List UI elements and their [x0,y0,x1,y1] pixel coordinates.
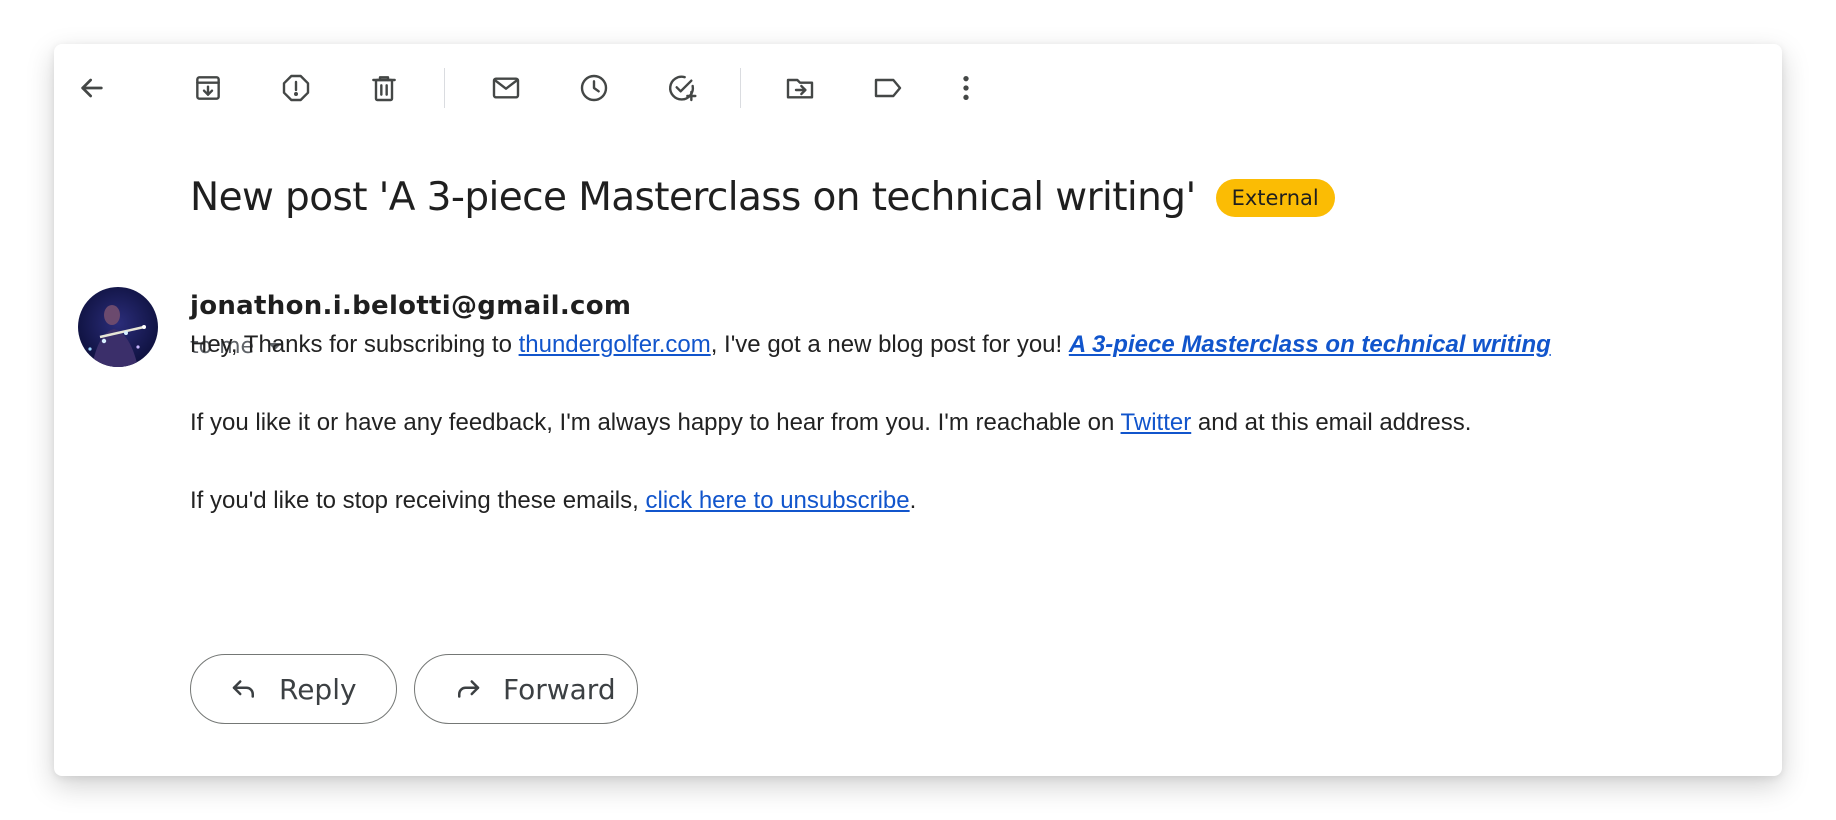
sender-avatar[interactable] [78,287,158,367]
post-link[interactable]: A 3-piece Masterclass on technical writi… [1069,331,1551,358]
back-button[interactable] [68,64,116,112]
forward-button[interactable]: Forward [414,654,638,724]
toolbar-divider [444,68,445,108]
unsubscribe-link[interactable]: click here to unsubscribe [645,487,909,514]
body-text: , I've got a new blog post for you! [710,331,1069,358]
reply-label: Reply [279,672,357,706]
twitter-link[interactable]: Twitter [1121,409,1192,436]
delete-button[interactable] [360,64,408,112]
body-text: If you'd like to stop receiving these em… [190,487,646,514]
mark-unread-icon [492,77,520,99]
archive-icon [196,76,220,100]
back-arrow-icon [81,78,103,98]
snooze-icon [580,74,608,102]
report-spam-icon [282,74,310,102]
body-paragraph-1: Hey, Thanks for subscribing to thundergo… [190,331,1551,359]
body-text: and at this email address. [1191,409,1472,436]
reply-icon [232,680,254,698]
archive-button[interactable] [184,64,232,112]
add-to-tasks-button[interactable] [658,64,706,112]
move-to-icon [786,78,814,99]
reply-button[interactable]: Reply [190,654,397,724]
more-options-button[interactable] [942,64,990,112]
mark-unread-button[interactable] [482,64,530,112]
external-badge[interactable]: External [1215,178,1335,217]
body-paragraph-2: If you like it or have any feedback, I'm… [190,409,1471,437]
label-icon [874,78,902,98]
forward-icon [458,680,480,698]
label-button[interactable] [864,64,912,112]
email-subject: New post 'A 3-piece Masterclass on techn… [190,175,1196,220]
body-text: If you like it or have any feedback, I'm… [190,409,1121,436]
forward-label: Forward [503,672,616,706]
report-spam-button[interactable] [272,64,320,112]
toolbar-divider [740,68,741,108]
email-view: New post 'A 3-piece Masterclass on techn… [54,44,1782,776]
move-to-button[interactable] [776,64,824,112]
avatar-photo-icon [78,287,158,367]
delete-icon [372,76,396,102]
snooze-button[interactable] [570,64,618,112]
body-text: Hey, Thanks for subscribing to [190,331,519,358]
more-options-icon [963,76,969,100]
body-text: . [909,487,917,514]
subject-row: New post 'A 3-piece Masterclass on techn… [190,175,1335,220]
add-to-tasks-icon [669,75,697,102]
site-link[interactable]: thundergolfer.com [519,331,711,358]
body-paragraph-3: If you'd like to stop receiving these em… [190,487,916,515]
sender-email[interactable]: jonathon.i.belotti@gmail.com [190,291,631,321]
